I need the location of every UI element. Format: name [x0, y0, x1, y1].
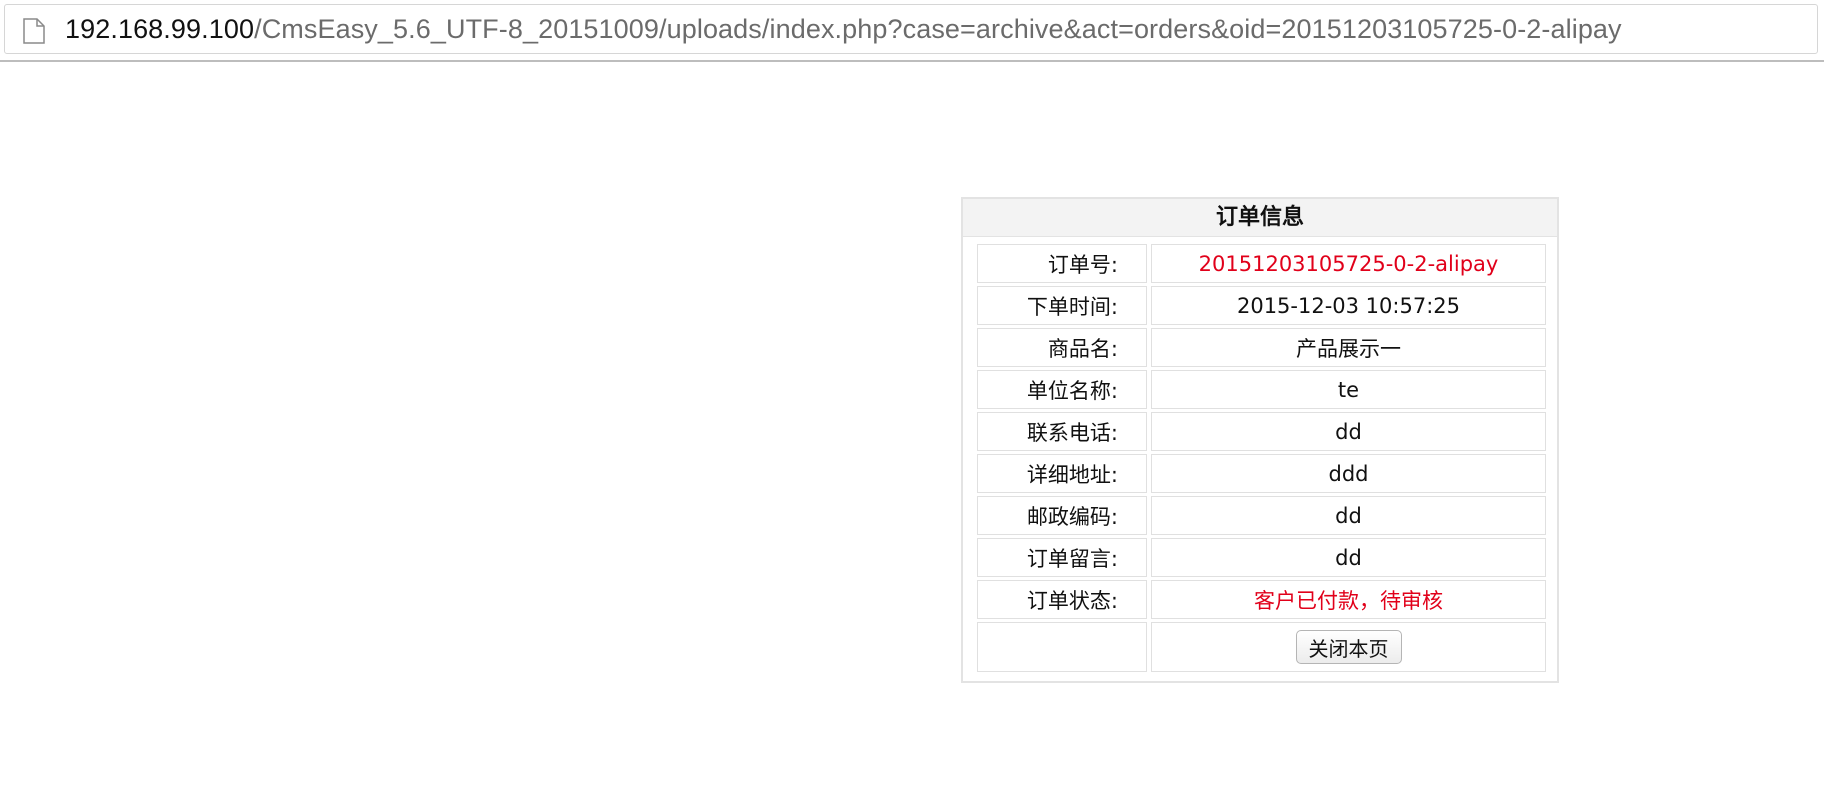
order-row-status: 订单状态: 客户已付款，待审核: [977, 580, 1546, 619]
postal-code-value: dd: [1151, 496, 1546, 535]
address-value: ddd: [1151, 454, 1546, 493]
document-icon: [23, 18, 45, 44]
order-info-table: 订单号: 20151203105725-0-2-alipay 下单时间: 201…: [977, 244, 1546, 675]
browser-address-bar: 192.168.99.100/CmsEasy_5.6_UTF-8_2015100…: [0, 0, 1824, 62]
order-row-product-name: 商品名: 产品展示一: [977, 328, 1546, 367]
company-name-value: te: [1151, 370, 1546, 409]
order-message-value: dd: [1151, 538, 1546, 577]
phone-label: 联系电话:: [977, 412, 1147, 451]
postal-code-label: 邮政编码:: [977, 496, 1147, 535]
order-info-title: 订单信息: [963, 199, 1557, 237]
url-text[interactable]: 192.168.99.100/CmsEasy_5.6_UTF-8_2015100…: [65, 13, 1622, 45]
actions-empty-cell: [977, 622, 1147, 672]
product-name-value: 产品展示一: [1151, 328, 1546, 367]
url-path: /CmsEasy_5.6_UTF-8_20151009/uploads/inde…: [254, 14, 1622, 44]
order-row-order-time: 下单时间: 2015-12-03 10:57:25: [977, 286, 1546, 325]
order-message-label: 订单留言:: [977, 538, 1147, 577]
order-status-value: 客户已付款，待审核: [1151, 580, 1546, 619]
order-row-message: 订单留言: dd: [977, 538, 1546, 577]
order-info-panel: 订单信息 订单号: 20151203105725-0-2-alipay 下单时间…: [961, 197, 1559, 683]
order-row-actions: 关闭本页: [977, 622, 1546, 672]
order-number-label: 订单号:: [977, 244, 1147, 283]
address-label: 详细地址:: [977, 454, 1147, 493]
order-row-postal-code: 邮政编码: dd: [977, 496, 1546, 535]
product-name-label: 商品名:: [977, 328, 1147, 367]
order-status-label: 订单状态:: [977, 580, 1147, 619]
company-name-label: 单位名称:: [977, 370, 1147, 409]
order-row-order-number: 订单号: 20151203105725-0-2-alipay: [977, 244, 1546, 283]
order-time-value: 2015-12-03 10:57:25: [1151, 286, 1546, 325]
close-page-button[interactable]: 关闭本页: [1295, 630, 1402, 664]
url-field[interactable]: 192.168.99.100/CmsEasy_5.6_UTF-8_2015100…: [4, 4, 1818, 54]
actions-cell: 关闭本页: [1151, 622, 1546, 672]
url-host: 192.168.99.100: [65, 14, 255, 44]
order-number-value: 20151203105725-0-2-alipay: [1151, 244, 1546, 283]
phone-value: dd: [1151, 412, 1546, 451]
order-time-label: 下单时间:: [977, 286, 1147, 325]
order-row-address: 详细地址: ddd: [977, 454, 1546, 493]
order-row-company-name: 单位名称: te: [977, 370, 1546, 409]
order-row-phone: 联系电话: dd: [977, 412, 1546, 451]
